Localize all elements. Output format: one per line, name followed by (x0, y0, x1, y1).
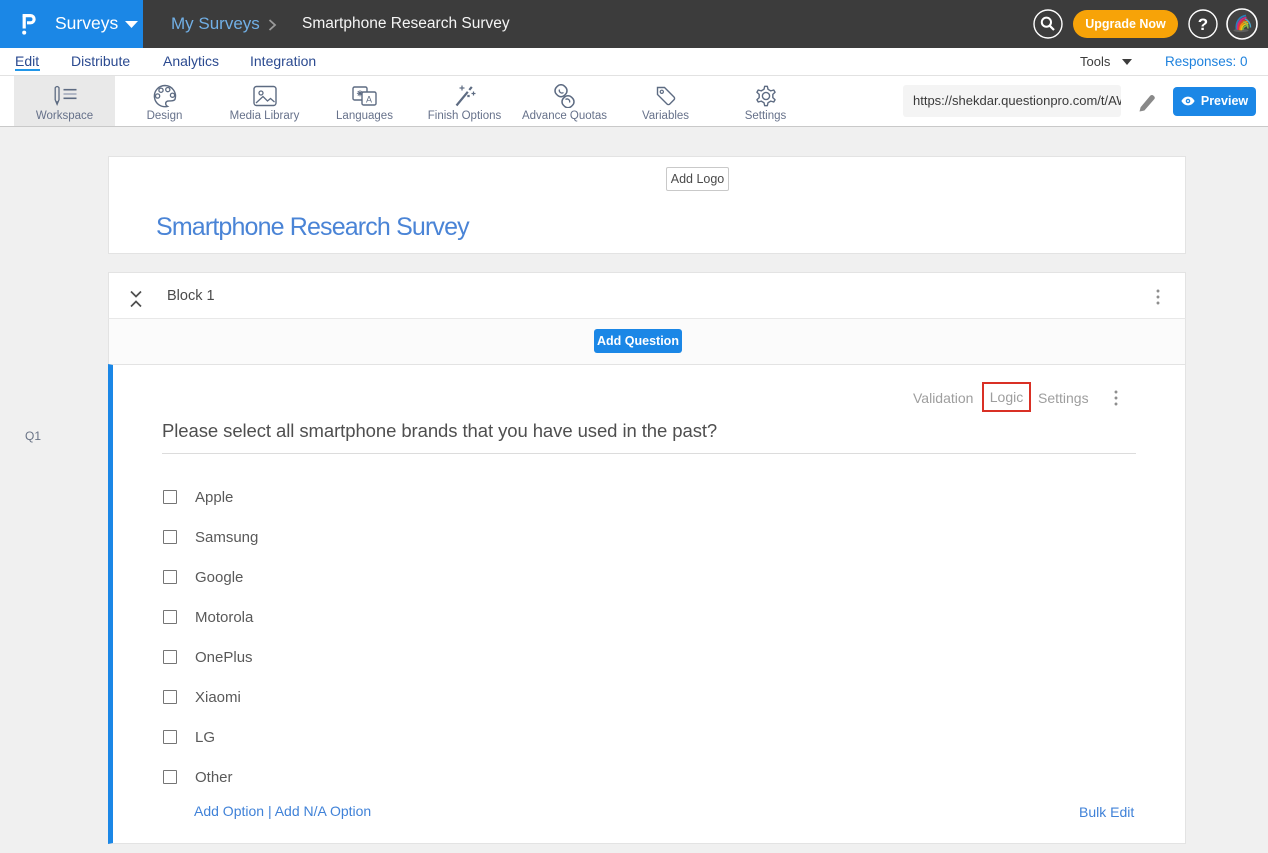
svg-text:?: ? (1198, 15, 1208, 34)
svg-text:A: A (366, 95, 372, 105)
